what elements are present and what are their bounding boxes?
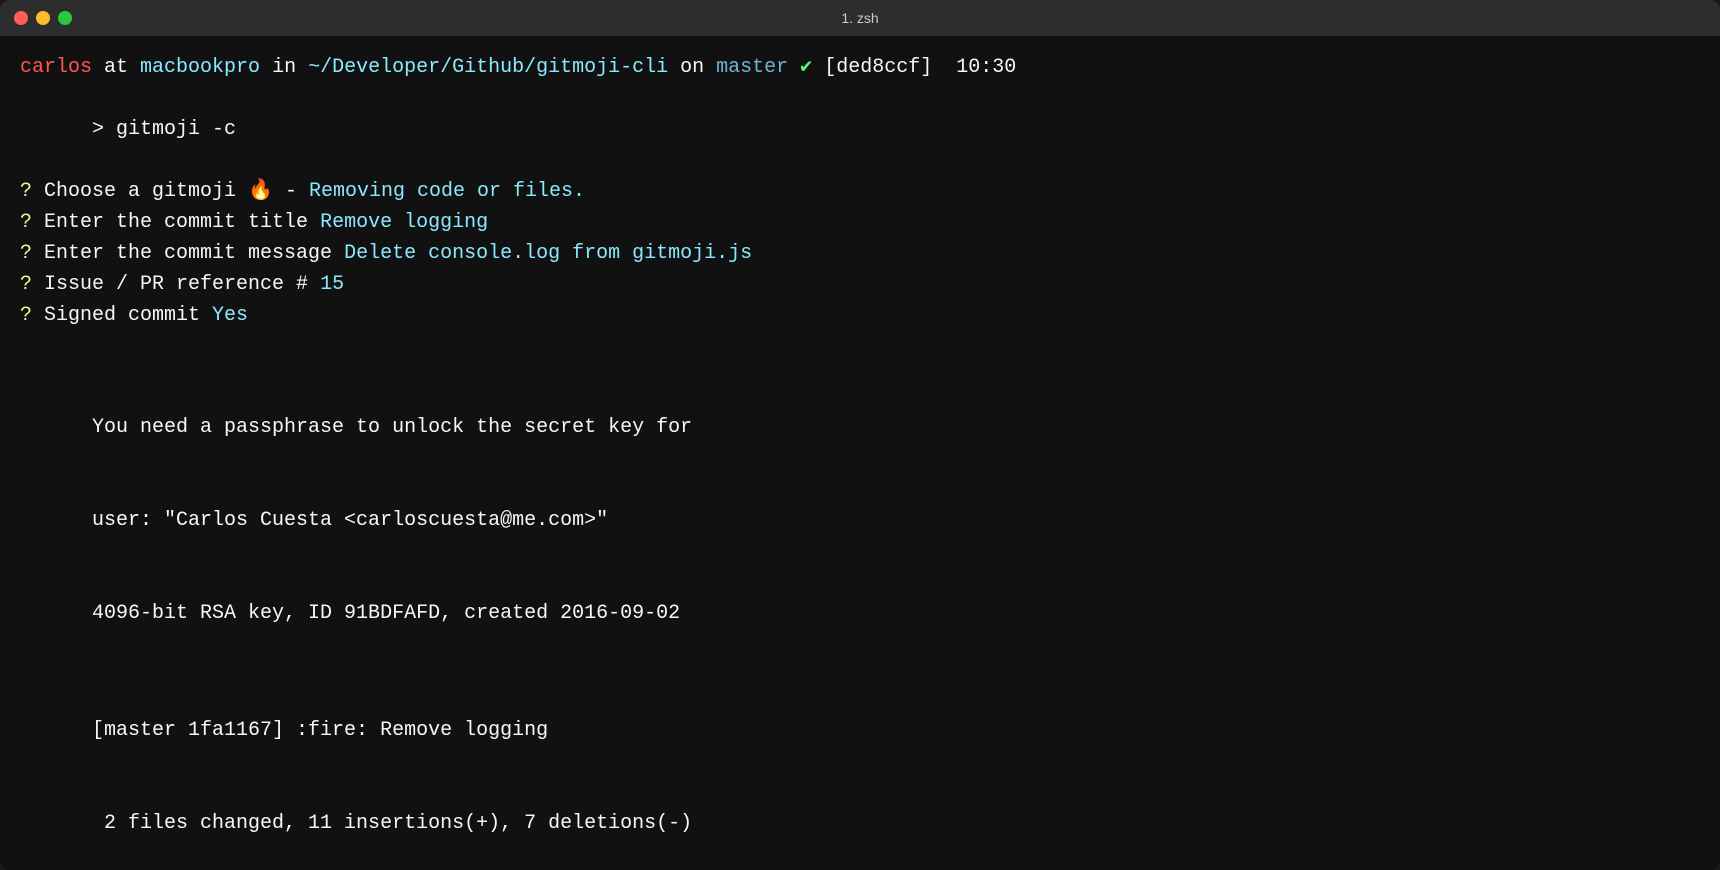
commit-result-text-1: [master 1fa1167] :fire: Remove logging <box>92 719 548 742</box>
prompt-in-1: in <box>260 52 308 83</box>
terminal-body[interactable]: carlos at macbookpro in ~/Developer/Gith… <box>0 36 1720 870</box>
traffic-lights <box>14 11 72 25</box>
passphrase-text-2: user: "Carlos Cuesta <carloscuesta@me.co… <box>92 509 608 532</box>
choose-answer: Removing code or files. <box>309 176 585 207</box>
minimize-button[interactable] <box>36 11 50 25</box>
title-label: Enter the commit title <box>44 207 320 238</box>
passphrase-line-2: user: "Carlos Cuesta <carloscuesta@me.co… <box>20 474 1700 567</box>
signed-commit-line: ? Signed commit Yes <box>20 300 1700 331</box>
commit-message-line: ? Enter the commit message Delete consol… <box>20 238 1700 269</box>
issue-label: Issue / PR reference # <box>44 269 320 300</box>
prompt-user-1: carlos <box>20 52 92 83</box>
choose-label: Choose a gitmoji 🔥 - <box>44 176 309 207</box>
q2: ? <box>20 207 44 238</box>
window-title: 1. zsh <box>841 10 878 26</box>
terminal-window: 1. zsh carlos at macbookpro in ~/Develop… <box>0 0 1720 870</box>
title-bar: 1. zsh <box>0 0 1720 36</box>
close-button[interactable] <box>14 11 28 25</box>
prompt-path-1: ~/Developer/Github/gitmoji-cli <box>308 52 668 83</box>
message-label: Enter the commit message <box>44 238 344 269</box>
prompt-check-1: ✔ <box>788 52 812 83</box>
commit-result-1: [master 1fa1167] :fire: Remove logging <box>20 684 1700 777</box>
prompt-hash-1: [ded8ccf] <box>812 52 932 83</box>
signed-answer: Yes <box>212 300 248 331</box>
prompt-host-1: macbookpro <box>140 52 260 83</box>
spacer-2 <box>20 356 1700 381</box>
q5: ? <box>20 300 44 331</box>
message-answer: Delete console.log from gitmoji.js <box>344 238 752 269</box>
commit-result-text-2: 2 files changed, 11 insertions(+), 7 del… <box>92 812 692 835</box>
issue-ref-line: ? Issue / PR reference # 15 <box>20 269 1700 300</box>
passphrase-text-3: 4096-bit RSA key, ID 91BDFAFD, created 2… <box>92 602 680 625</box>
maximize-button[interactable] <box>58 11 72 25</box>
passphrase-text-1: You need a passphrase to unlock the secr… <box>92 416 692 439</box>
issue-answer: 15 <box>320 269 344 300</box>
q4: ? <box>20 269 44 300</box>
q3: ? <box>20 238 44 269</box>
commit-result-2: 2 files changed, 11 insertions(+), 7 del… <box>20 777 1700 870</box>
spacer-3 <box>20 660 1700 685</box>
command-text: > gitmoji -c <box>92 118 236 141</box>
prompt-at-1: at <box>92 52 140 83</box>
passphrase-line-1: You need a passphrase to unlock the secr… <box>20 381 1700 474</box>
passphrase-line-3: 4096-bit RSA key, ID 91BDFAFD, created 2… <box>20 567 1700 660</box>
prompt-branch-1: master <box>716 52 788 83</box>
prompt-line-1: carlos at macbookpro in ~/Developer/Gith… <box>20 52 1700 83</box>
choose-gitmoji-line: ? Choose a gitmoji 🔥 - Removing code or … <box>20 176 1700 207</box>
signed-label: Signed commit <box>44 300 212 331</box>
command-line: > gitmoji -c <box>20 83 1700 176</box>
commit-title-line: ? Enter the commit title Remove logging <box>20 207 1700 238</box>
title-answer: Remove logging <box>320 207 488 238</box>
prompt-time-1: 10:30 <box>932 52 1016 83</box>
prompt-on-1: on <box>668 52 716 83</box>
q1: ? <box>20 176 44 207</box>
spacer-1 <box>20 331 1700 356</box>
